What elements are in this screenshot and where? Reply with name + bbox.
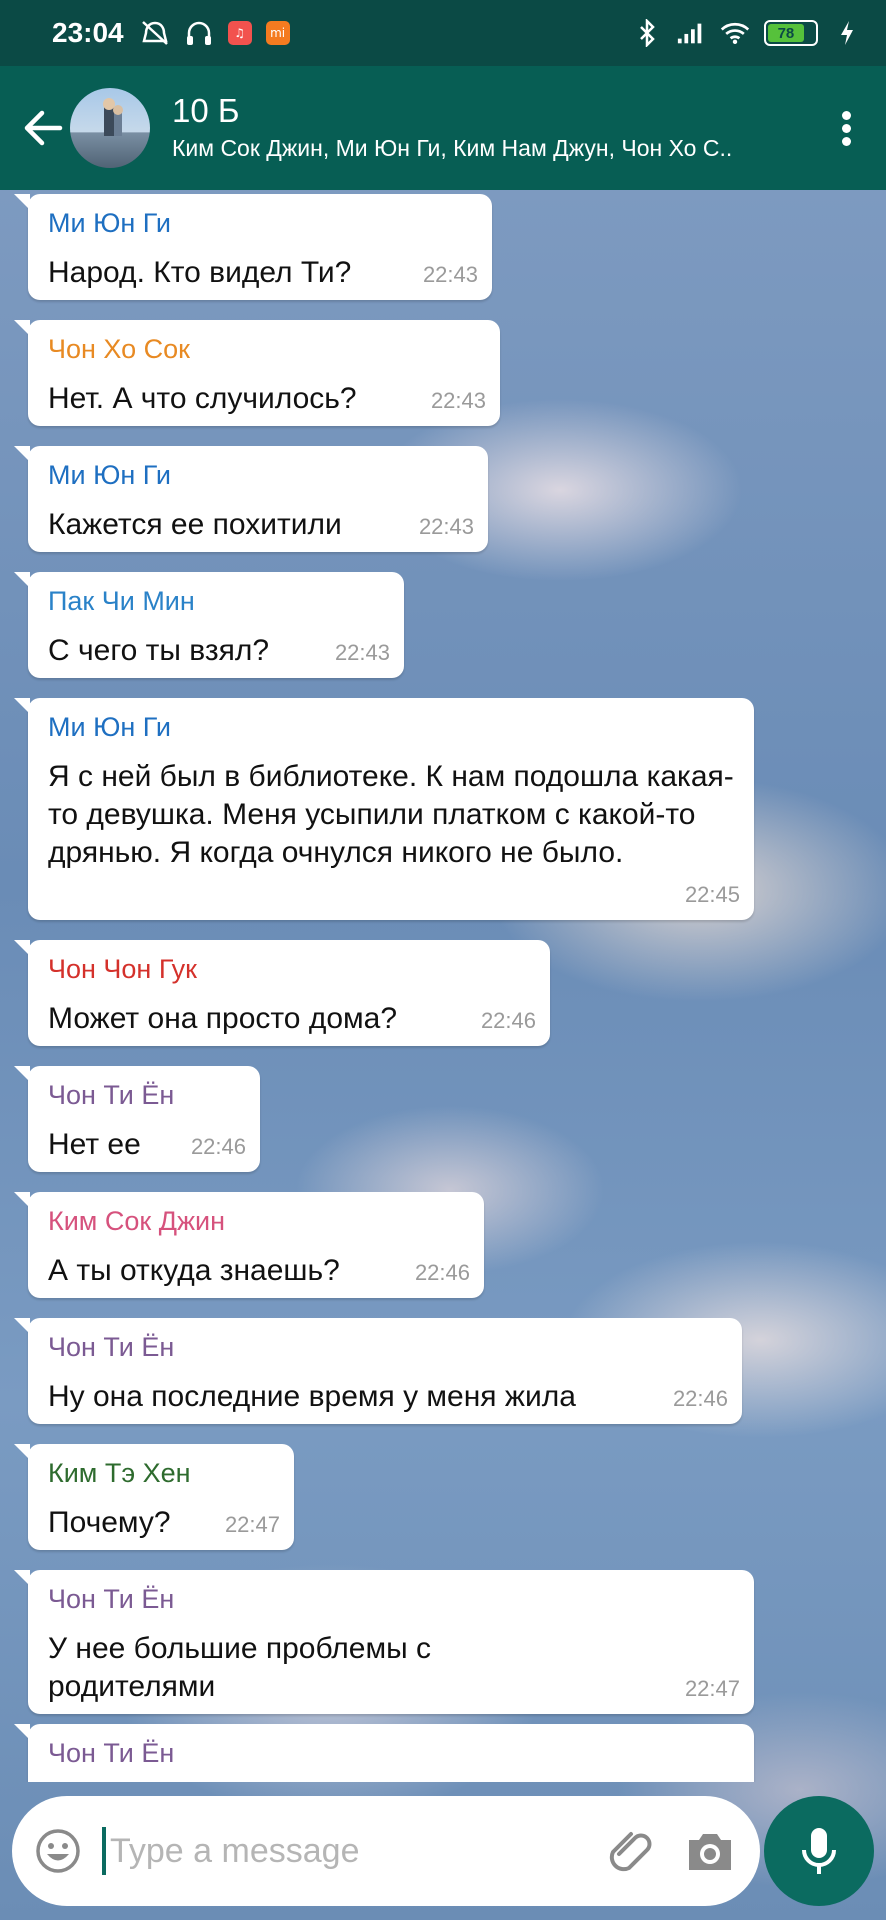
charging-icon <box>832 19 862 47</box>
chat-info[interactable]: 10 Б Ким Сок Джин, Ми Юн Ги, Ким Нам Джу… <box>172 91 816 165</box>
message-sender: Чон Ти Ён <box>48 1080 175 1110</box>
status-bar: 23:04 ♫ mi 78 <box>0 0 886 66</box>
message-text: С чего ты взял? <box>48 634 270 667</box>
message-bubble[interactable]: Чон Чон Гук Может она просто дома? 22:46 <box>14 940 550 1046</box>
message-bubble[interactable]: Ми Юн Ги Кажется ее похитили 22:43 <box>14 446 488 552</box>
emoji-icon <box>36 1829 80 1873</box>
music-app-icon: ♫ <box>227 21 252 45</box>
battery-icon: 78 <box>764 20 818 46</box>
paperclip-icon <box>609 1832 652 1872</box>
message-time: 22:46 <box>414 1260 470 1285</box>
group-title: 10 Б <box>172 92 240 129</box>
message-text: Я с ней был в библиотеке. К нам подошла … <box>48 760 734 869</box>
message-input[interactable] <box>102 1827 596 1875</box>
message-sender: Ким Сок Джин <box>48 1206 226 1236</box>
attach-button[interactable] <box>604 1823 660 1879</box>
headphones-icon <box>184 19 214 47</box>
message-time: 22:46 <box>190 1134 246 1159</box>
alarm-off-icon <box>140 19 170 47</box>
camera-button[interactable] <box>682 1823 738 1879</box>
message-bubble[interactable]: Пак Чи Мин С чего ты взял? 22:43 <box>14 572 404 678</box>
message-time: 22:43 <box>418 514 474 539</box>
message-bubble[interactable]: Чон Ти Ён <box>14 1724 754 1782</box>
bluetooth-icon <box>632 19 662 47</box>
message-sender: Ми Юн Ги <box>48 460 171 490</box>
message-sender: Чон Ти Ён <box>48 1332 175 1362</box>
chat-header: 10 Б Ким Сок Джин, Ми Юн Ги, Ким Нам Джу… <box>0 66 886 190</box>
status-time: 23:04 <box>52 17 124 48</box>
message-text: Может она просто дома? <box>48 1002 397 1035</box>
message-time: 22:47 <box>684 1676 740 1701</box>
message-sender: Ми Юн Ги <box>48 208 171 238</box>
message-sender: Ким Тэ Хен <box>48 1458 191 1488</box>
message-composer <box>12 1796 760 1906</box>
mic-icon <box>802 1828 836 1874</box>
camera-icon <box>689 1834 731 1870</box>
signal-icon <box>676 19 706 47</box>
message-bubble[interactable]: Чон Ти Ён У нее большие проблемы с родит… <box>14 1570 754 1714</box>
group-avatar[interactable] <box>70 88 150 168</box>
message-text: У нее большие проблемы с родителями <box>48 1632 432 1703</box>
message-sender: Ми Юн Ги <box>48 712 171 742</box>
message-sender: Чон Ти Ён <box>48 1584 175 1614</box>
message-bubble[interactable]: Ми Юн Ги Я с ней был в библиотеке. К нам… <box>14 698 754 920</box>
message-list[interactable]: Ми Юн Ги Народ. Кто видел Ти? 22:43 Чон … <box>0 190 886 1782</box>
message-text: А ты откуда знаешь? <box>48 1254 340 1287</box>
message-sender: Чон Хо Сок <box>48 334 190 364</box>
battery-level: 78 <box>768 24 804 42</box>
message-time: 22:46 <box>480 1008 536 1033</box>
back-button[interactable] <box>8 66 78 190</box>
message-bubble[interactable]: Чон Ти Ён Нет ее 22:46 <box>14 1066 260 1172</box>
message-text: Ну она последние время у меня жила <box>48 1380 576 1413</box>
message-sender: Чон Чон Гук <box>48 954 197 984</box>
more-vert-icon <box>841 107 851 150</box>
message-bubble[interactable]: Чон Ти Ён Ну она последние время у меня … <box>14 1318 742 1424</box>
mi-app-icon: mi <box>265 21 290 45</box>
message-time: 22:43 <box>430 388 486 413</box>
more-options-button[interactable] <box>816 66 876 190</box>
message-bubble[interactable]: Чон Хо Сок Нет. А что случилось? 22:43 <box>14 320 500 426</box>
message-text: Народ. Кто видел Ти? <box>48 256 352 289</box>
message-time: 22:45 <box>684 882 740 907</box>
group-members: Ким Сок Джин, Ми Юн Ги, Ким Нам Джун, Чо… <box>172 135 733 161</box>
arrow-left-icon <box>24 110 63 146</box>
message-sender: Пак Чи Мин <box>48 586 195 616</box>
message-time: 22:46 <box>672 1386 728 1411</box>
message-sender: Чон Ти Ён <box>48 1738 175 1768</box>
message-time: 22:43 <box>422 262 478 287</box>
voice-record-button[interactable] <box>764 1796 874 1906</box>
message-bubble[interactable]: Ми Юн Ги Народ. Кто видел Ти? 22:43 <box>14 194 492 300</box>
message-text: Кажется ее похитили <box>48 508 342 541</box>
message-bubble[interactable]: Ким Сок Джин А ты откуда знаешь? 22:46 <box>14 1192 484 1298</box>
message-time: 22:43 <box>334 640 390 665</box>
wifi-icon <box>720 19 750 47</box>
message-text: Нет. А что случилось? <box>48 382 357 415</box>
emoji-button[interactable] <box>34 1827 82 1875</box>
message-time: 22:47 <box>224 1512 280 1537</box>
message-bubble[interactable]: Ким Тэ Хен Почему? 22:47 <box>14 1444 294 1550</box>
